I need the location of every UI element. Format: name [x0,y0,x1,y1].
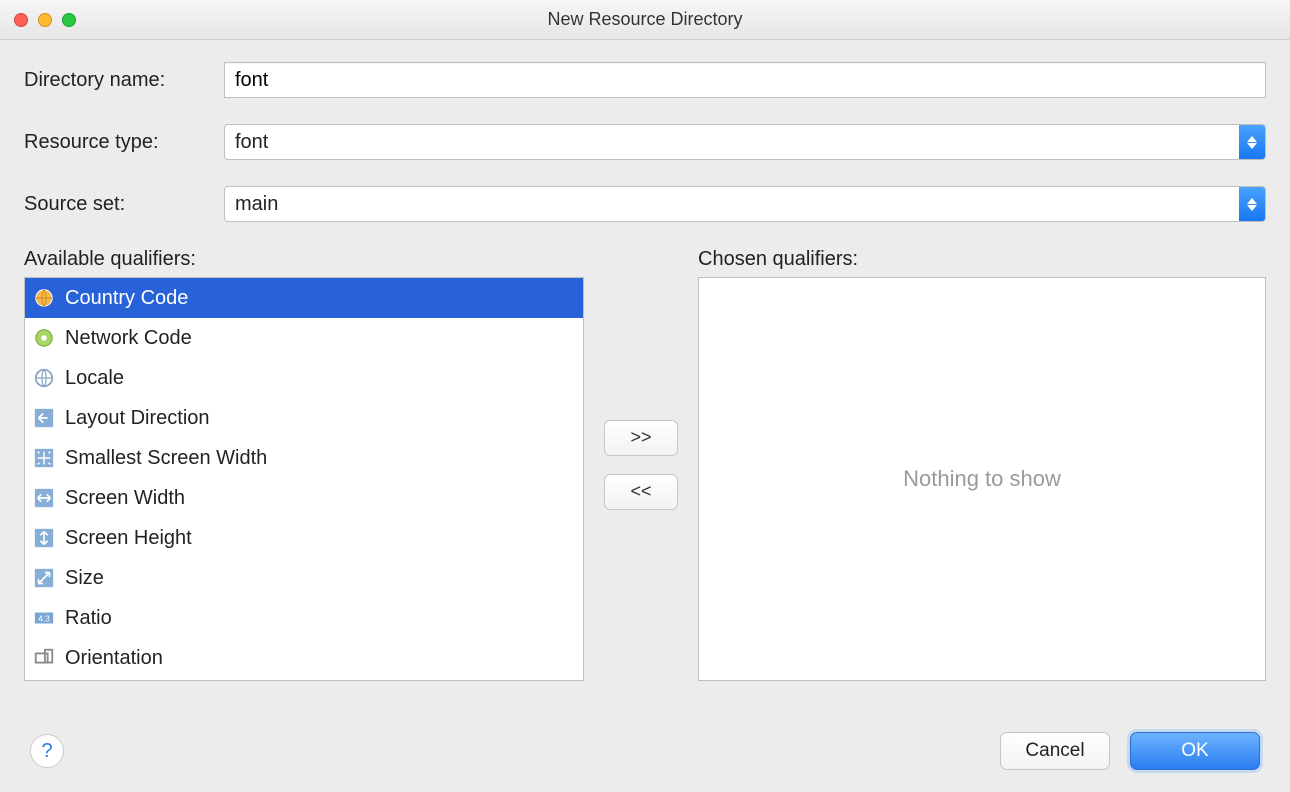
source-set-label: Source set: [24,193,224,216]
network-icon [31,325,57,351]
chosen-qualifiers-heading: Chosen qualifiers: [698,248,1266,271]
move-buttons-column: >> << [602,248,680,681]
qualifier-item[interactable]: Smallest Screen Width [25,438,583,478]
chosen-qualifiers-column: Chosen qualifiers: Nothing to show [698,248,1266,681]
qualifier-item[interactable]: 4:3 Ratio [25,598,583,638]
titlebar: New Resource Directory [0,0,1290,40]
orientation-icon [31,645,57,671]
globe-flag-icon [31,285,57,311]
qualifier-item-label: Country Code [65,287,188,310]
resource-type-select[interactable]: font [224,124,1266,160]
qualifiers-section: Available qualifiers: Country Code Networ… [24,248,1266,681]
directory-name-label: Directory name: [24,69,224,92]
source-set-select[interactable]: main [224,186,1266,222]
ratio-icon: 4:3 [31,605,57,631]
window-title: New Resource Directory [0,9,1290,30]
resize-icon [31,565,57,591]
dialog-footer: ? Cancel OK [0,724,1290,792]
qualifier-item[interactable]: Locale [25,358,583,398]
svg-text:4:3: 4:3 [38,615,50,624]
qualifier-item-label: Ratio [65,607,112,630]
qualifier-item-label: Network Code [65,327,192,350]
qualifier-item-label: Layout Direction [65,407,210,430]
available-qualifiers-list[interactable]: Country Code Network Code Locale Layout Dir… [24,277,584,681]
dropdown-arrows-icon [1239,187,1265,221]
qualifier-item[interactable]: Screen Height [25,518,583,558]
add-qualifier-button[interactable]: >> [604,420,678,456]
remove-qualifier-button[interactable]: << [604,474,678,510]
qualifier-item-label: Locale [65,367,124,390]
qualifier-item[interactable]: Country Code [25,278,583,318]
qualifier-item[interactable]: Orientation [25,638,583,678]
qualifier-item[interactable]: Layout Direction [25,398,583,438]
directory-name-input[interactable] [224,62,1266,98]
resource-type-row: Resource type: font [24,124,1266,160]
arrow-left-icon [31,405,57,431]
qualifier-item-label: Smallest Screen Width [65,447,267,470]
qualifier-item-label: Screen Width [65,487,185,510]
qualifier-item-label: Size [65,567,104,590]
qualifier-item-label: Screen Height [65,527,192,550]
available-qualifiers-heading: Available qualifiers: [24,248,584,271]
chosen-empty-text: Nothing to show [903,466,1061,492]
arrows-out-icon [31,445,57,471]
arrows-h-icon [31,485,57,511]
dialog-content: Directory name: Resource type: font Sour… [0,40,1290,693]
zoom-window-button[interactable] [62,13,76,27]
qualifier-item[interactable]: Size [25,558,583,598]
resource-type-label: Resource type: [24,131,224,154]
qualifier-item[interactable]: Screen Width [25,478,583,518]
resource-type-value: font [225,125,1239,159]
directory-name-row: Directory name: [24,62,1266,98]
chosen-qualifiers-list[interactable]: Nothing to show [698,277,1266,681]
cancel-button[interactable]: Cancel [1000,732,1110,770]
dropdown-arrows-icon [1239,125,1265,159]
close-window-button[interactable] [14,13,28,27]
source-set-value: main [225,187,1239,221]
arrows-v-icon [31,525,57,551]
ok-button[interactable]: OK [1130,732,1260,770]
qualifier-item[interactable]: Network Code [25,318,583,358]
globe-icon [31,365,57,391]
minimize-window-button[interactable] [38,13,52,27]
source-set-row: Source set: main [24,186,1266,222]
available-qualifiers-column: Available qualifiers: Country Code Networ… [24,248,584,681]
help-button[interactable]: ? [30,734,64,768]
window-controls [14,13,76,27]
qualifier-item-label: Orientation [65,647,163,670]
